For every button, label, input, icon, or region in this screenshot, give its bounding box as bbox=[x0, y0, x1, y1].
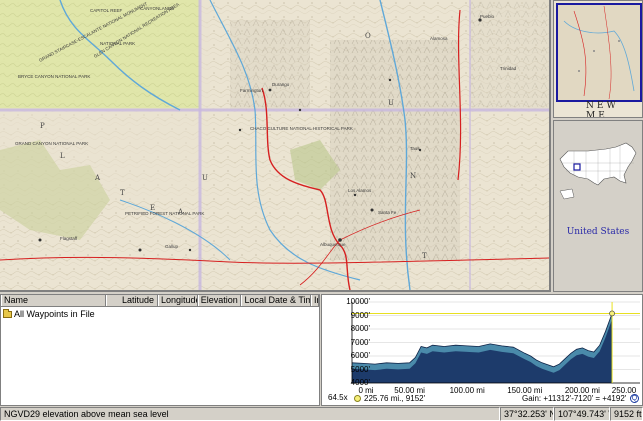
map-plateau-letter: P bbox=[40, 122, 48, 130]
map-region-letter: N bbox=[410, 172, 419, 180]
map-place-label: Los Alamos bbox=[348, 188, 372, 193]
column-header-local-date-time[interactable]: Local Date & Time bbox=[241, 295, 312, 306]
cursor-marker-icon bbox=[354, 395, 361, 402]
elevation-profile-panel[interactable]: 10000' 9000' 8000' 7000' 6000' 5000' 4000' 0 m… bbox=[321, 294, 643, 406]
map-plateau-letter: A bbox=[177, 208, 186, 216]
x-tick-label: 100.00 mi bbox=[449, 386, 485, 395]
topo-map-view[interactable]: CAPITOL REEF CANYONLANDS NATIONAL PARK GRAN… bbox=[0, 0, 551, 292]
y-tick-label: 9000' bbox=[350, 310, 370, 320]
column-header-in-file[interactable]: In F bbox=[311, 295, 320, 306]
cursor-position-text: 225.76 mi., 9152' bbox=[364, 394, 426, 403]
y-tick-label: 8000' bbox=[350, 324, 370, 333]
map-place-label: Alamosa bbox=[430, 36, 448, 41]
status-latitude: 37°32.253' N bbox=[500, 407, 554, 421]
map-place-label: Pueblo bbox=[480, 14, 495, 19]
map-place-label: CHACO CULTURE NATIONAL HISTORICAL PARK bbox=[250, 126, 353, 131]
status-bar: NGVD29 elevation above mean sea level 37… bbox=[0, 407, 643, 421]
magnifier-icon[interactable]: Q bbox=[630, 394, 639, 403]
list-item-label: All Waypoints in File bbox=[14, 309, 95, 319]
folder-icon bbox=[3, 308, 12, 318]
waypoint-column-headers: Name Latitude Longitude Elevation Local Date… bbox=[1, 295, 320, 307]
map-place-label: Flagstaff bbox=[60, 236, 78, 241]
us-locator-map[interactable]: United States bbox=[553, 120, 643, 292]
us-locator-caption: United States bbox=[566, 227, 630, 237]
waypoint-tree[interactable]: All Waypoints in File bbox=[1, 307, 319, 321]
column-header-name[interactable]: Name bbox=[1, 295, 107, 306]
profile-cursor-readout: 225.76 mi., 9152' bbox=[354, 394, 425, 403]
map-place-label: Gallup bbox=[165, 244, 179, 249]
column-header-latitude[interactable]: Latitude bbox=[106, 295, 158, 306]
overview-viewport-frame[interactable] bbox=[556, 3, 642, 102]
map-place-label: PETRIFIED FOREST NATIONAL PARK bbox=[125, 211, 204, 216]
map-plateau-letter: L bbox=[60, 152, 68, 160]
y-tick-label: 6000' bbox=[350, 351, 370, 360]
map-place-label: Santa Fe bbox=[378, 210, 397, 215]
column-header-elevation[interactable]: Elevation bbox=[197, 295, 242, 306]
overview-map[interactable]: NEW ME bbox=[553, 0, 643, 118]
status-longitude: 107°49.743' W bbox=[554, 407, 610, 421]
map-region-letter: U bbox=[388, 99, 397, 107]
us-outline-map bbox=[559, 142, 637, 200]
map-region-letter: T bbox=[422, 252, 430, 260]
map-region-letter: O bbox=[365, 32, 374, 40]
status-elevation: 9152 ft. bbox=[610, 407, 643, 421]
y-tick-label: 10000' bbox=[346, 297, 370, 306]
map-plateau-letter: E bbox=[150, 204, 158, 212]
map-place-label: Farmington bbox=[240, 88, 263, 93]
map-place-label: Durango bbox=[272, 82, 290, 87]
elevation-gain-text: Gain: +11312'-7120' = +4192' bbox=[522, 394, 627, 403]
map-place-label: Trinidad bbox=[500, 66, 517, 71]
map-place-label: GRAND CANYON NATIONAL PARK bbox=[15, 141, 88, 146]
map-plateau-letter: U bbox=[202, 174, 211, 182]
y-tick-label: 7000' bbox=[350, 337, 370, 347]
profile-cursor-point[interactable] bbox=[609, 310, 615, 317]
topo-map-canvas[interactable]: CAPITOL REEF CANYONLANDSNATIONAL PARKGRAN… bbox=[0, 0, 549, 290]
column-header-longitude[interactable]: Longitude bbox=[157, 295, 198, 306]
map-place-label: CAPITOL REEF bbox=[90, 8, 123, 13]
overview-label: NEW ME bbox=[586, 101, 619, 118]
map-plateau-letter: A bbox=[94, 174, 103, 182]
status-datum: NGVD29 elevation above mean sea level bbox=[0, 407, 500, 421]
map-plateau-letter: T bbox=[120, 189, 128, 197]
y-tick-label: 5000' bbox=[350, 364, 370, 374]
map-place-label: BRYCE CANYON NATIONAL PARK bbox=[18, 74, 90, 79]
profile-zoom-level: 64.5x bbox=[328, 393, 348, 402]
waypoint-list-panel[interactable]: Name Latitude Longitude Elevation Local Date… bbox=[0, 294, 320, 406]
list-item[interactable]: All Waypoints in File bbox=[3, 308, 317, 320]
map-place-label: Albuquerque bbox=[320, 242, 346, 247]
map-place-label: Taos bbox=[410, 146, 420, 151]
